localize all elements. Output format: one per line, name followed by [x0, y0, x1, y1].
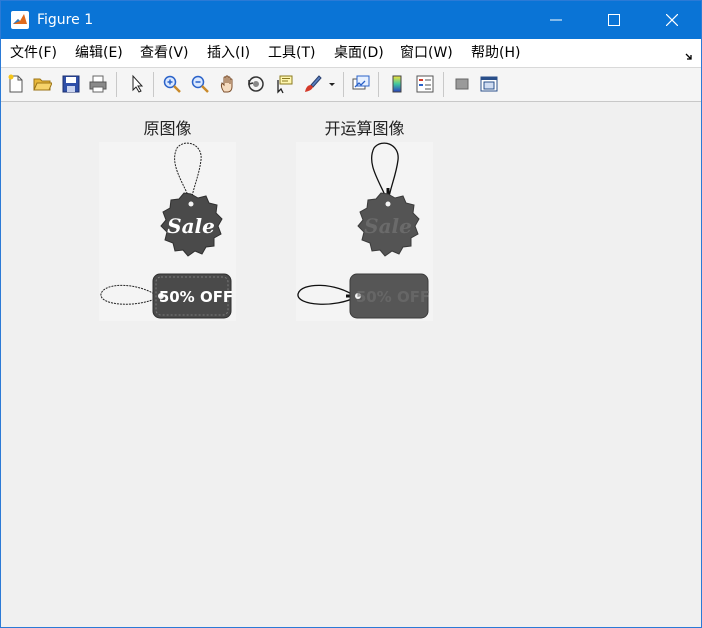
- rotate-3d-icon[interactable]: [245, 73, 267, 95]
- figure-window: Figure 1 文件(F) 编辑(E) 查看(V) 插入(I) 工具(T) 桌…: [0, 0, 702, 628]
- hide-plot-tools-icon[interactable]: [451, 73, 473, 95]
- menu-desktop[interactable]: 桌面(D): [334, 45, 384, 61]
- toolbar-separator: [443, 72, 444, 97]
- original-image: Sale 50% OFF: [99, 142, 236, 321]
- close-icon: [666, 14, 678, 26]
- toolbar-separator: [153, 72, 154, 97]
- price-tag-text-eroded: 50% OFF: [356, 288, 430, 306]
- pointer-icon[interactable]: [126, 73, 148, 95]
- minimize-icon: [550, 19, 562, 21]
- menu-bar: 文件(F) 编辑(E) 查看(V) 插入(I) 工具(T) 桌面(D) 窗口(W…: [1, 39, 701, 68]
- toolbar-separator: [343, 72, 344, 97]
- minimize-button[interactable]: [527, 1, 585, 39]
- matlab-logo-icon: [11, 11, 29, 29]
- pan-hand-icon[interactable]: [217, 73, 239, 95]
- new-figure-icon[interactable]: [5, 73, 27, 95]
- menu-edit[interactable]: 编辑(E): [75, 45, 123, 61]
- zoom-out-icon[interactable]: [189, 73, 211, 95]
- menu-help[interactable]: 帮助(H): [471, 45, 520, 61]
- window-title: Figure 1: [37, 12, 94, 28]
- figure-canvas: 原图像 Sale 50% OFF 开运算图像 Sale 50% OFF: [1, 102, 701, 627]
- figure-toolbar: [1, 68, 701, 102]
- toolbar-separator: [378, 72, 379, 97]
- open-file-icon[interactable]: [31, 73, 53, 95]
- opened-image: Sale 50% OFF: [296, 142, 433, 321]
- menu-window[interactable]: 窗口(W): [400, 45, 453, 61]
- show-plot-tools-icon[interactable]: [478, 73, 500, 95]
- subplot-title-opening: 开运算图像: [324, 119, 405, 138]
- title-bar: Figure 1: [1, 1, 701, 39]
- colorbar-icon[interactable]: [386, 73, 408, 95]
- toolbar-separator: [116, 72, 117, 97]
- maximize-icon: [608, 14, 620, 26]
- menu-view[interactable]: 查看(V): [140, 45, 189, 61]
- close-button[interactable]: [643, 1, 701, 39]
- maximize-button[interactable]: [585, 1, 643, 39]
- save-icon[interactable]: [60, 73, 82, 95]
- brush-icon[interactable]: [301, 73, 323, 95]
- menu-file[interactable]: 文件(F): [10, 45, 57, 61]
- sale-tag-text: Sale: [167, 214, 215, 238]
- data-cursor-icon[interactable]: [273, 73, 295, 95]
- brush-dropdown-icon[interactable]: [325, 73, 339, 95]
- menu-insert[interactable]: 插入(I): [207, 45, 250, 61]
- menu-tools[interactable]: 工具(T): [268, 45, 315, 61]
- price-tag-text: 50% OFF: [159, 288, 233, 306]
- subplot-title-original: 原图像: [143, 119, 192, 138]
- zoom-in-icon[interactable]: [161, 73, 183, 95]
- sale-tag-text-eroded: Sale: [364, 214, 412, 238]
- legend-icon[interactable]: [414, 73, 436, 95]
- menu-overflow-icon[interactable]: [685, 47, 695, 60]
- print-icon[interactable]: [87, 73, 109, 95]
- link-plot-icon[interactable]: [350, 73, 372, 95]
